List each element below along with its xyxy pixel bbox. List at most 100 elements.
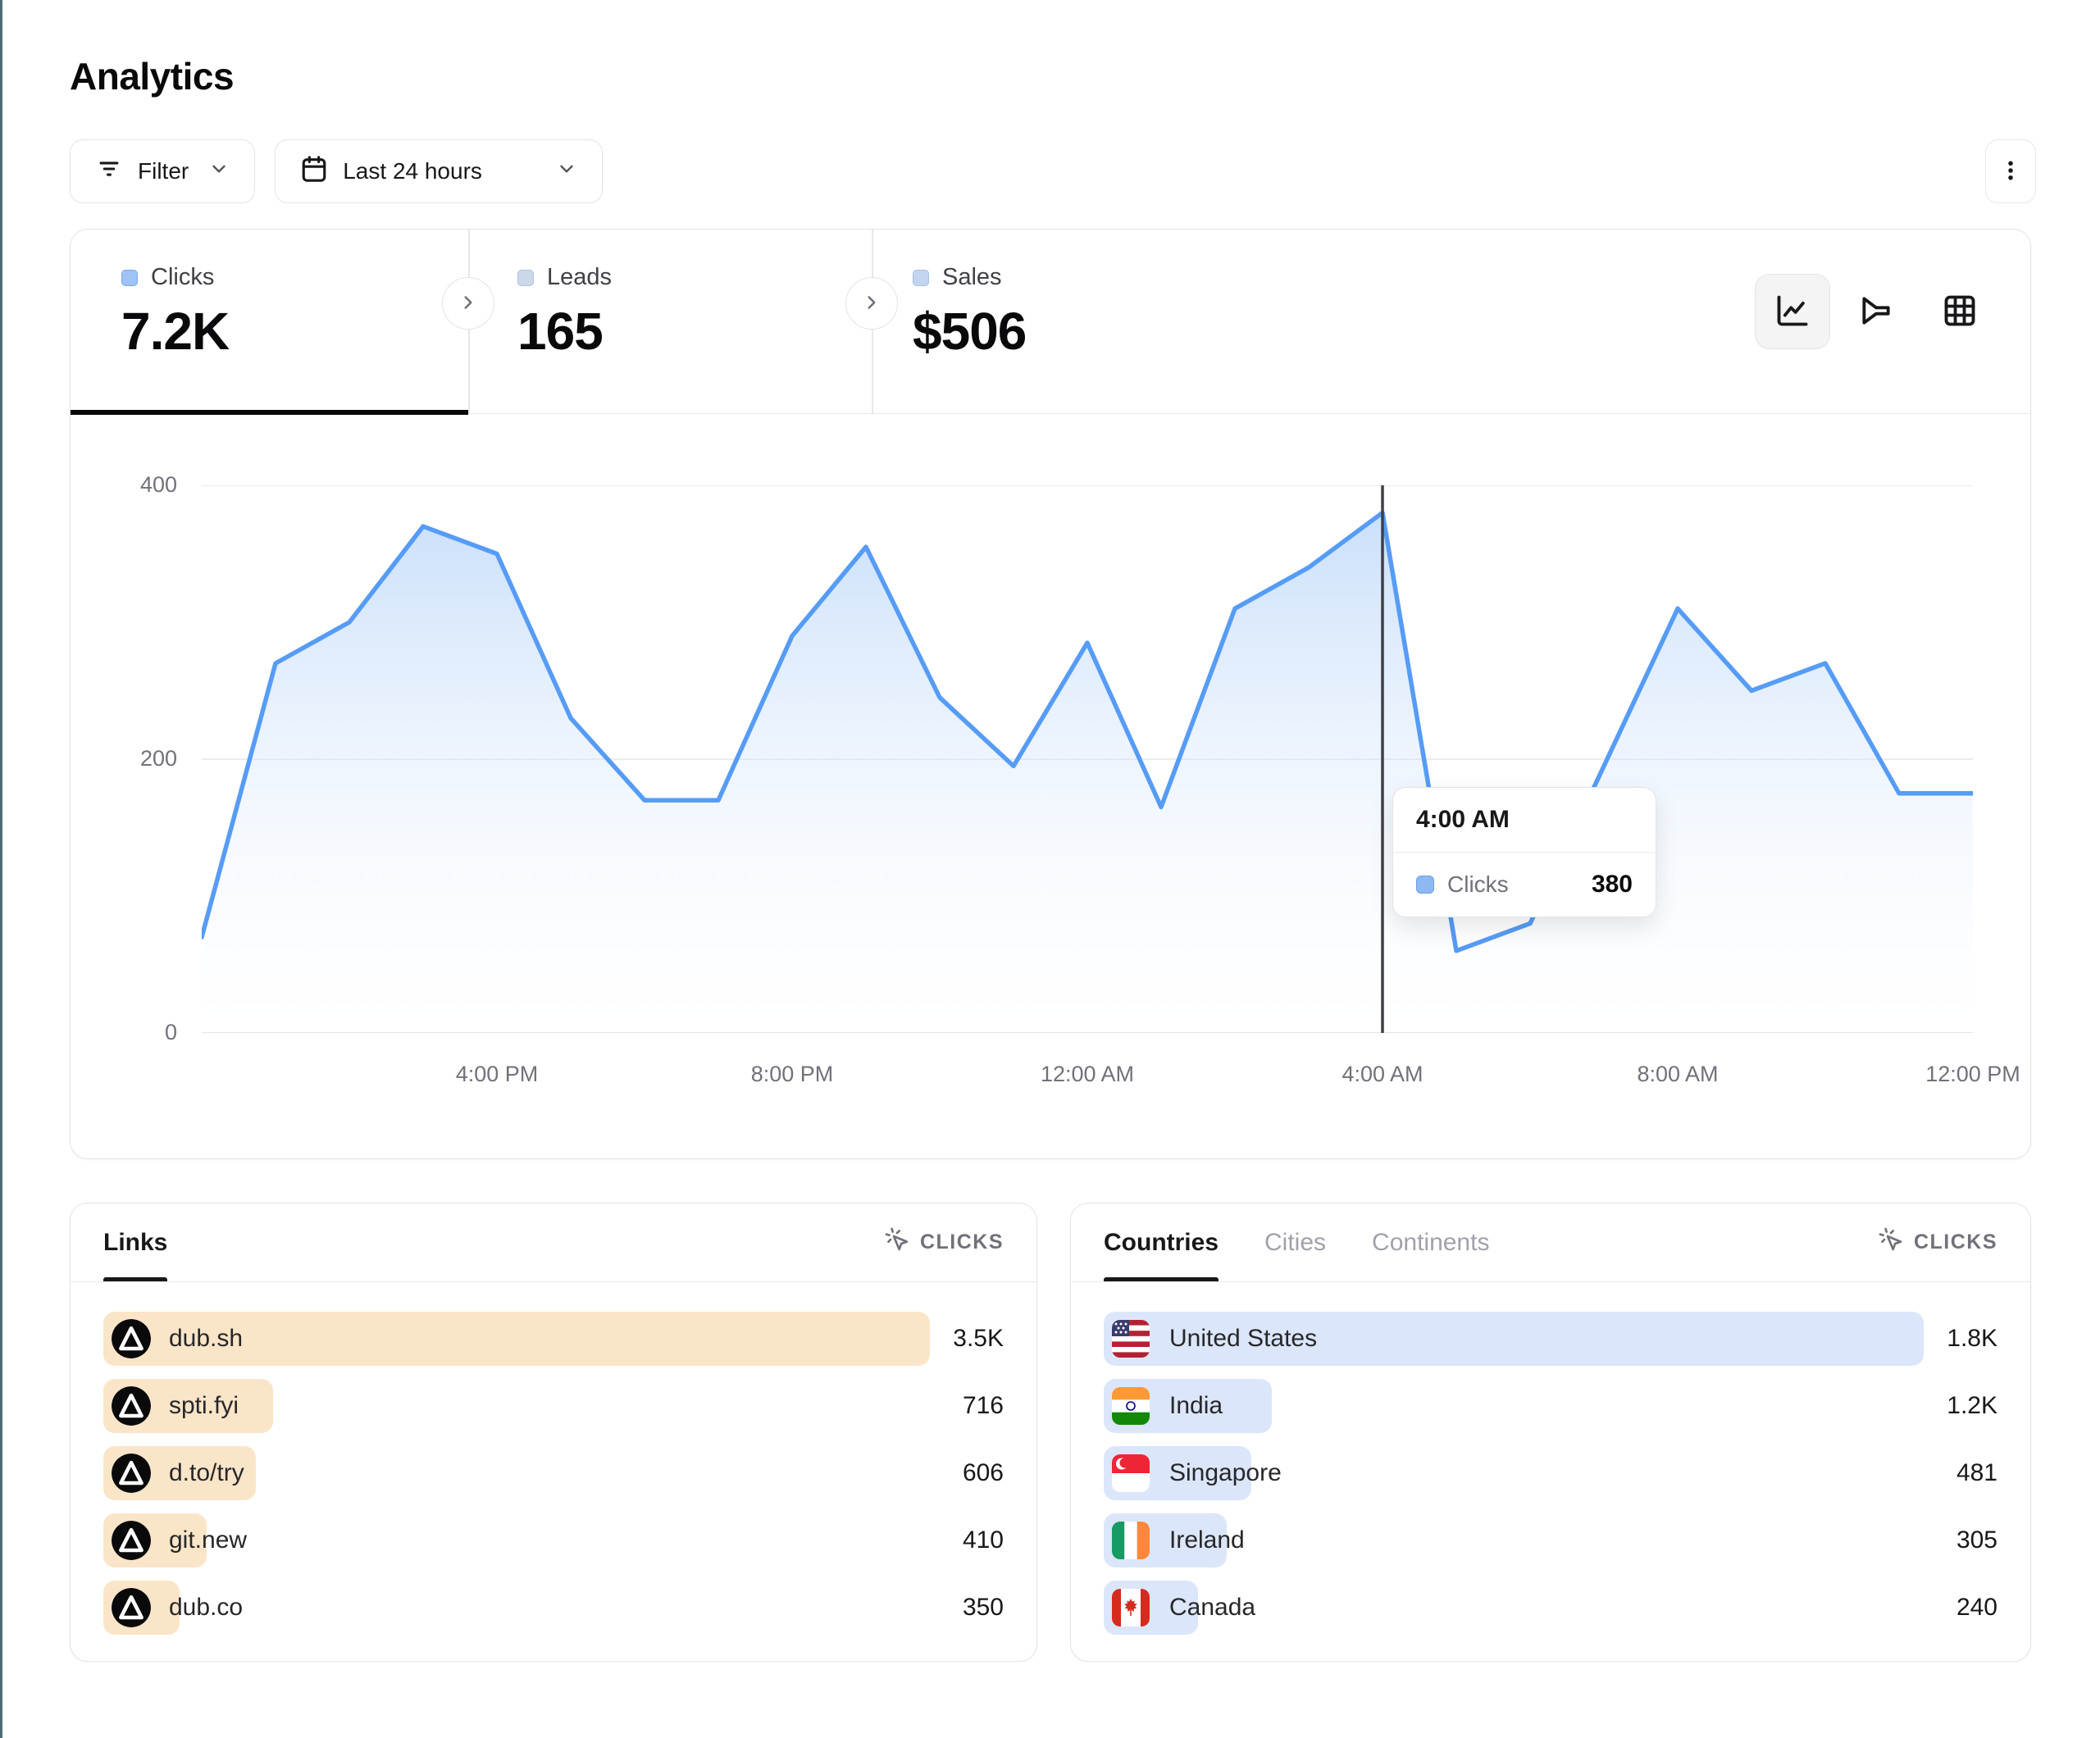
toolbar: Filter Last 24 hours: [70, 139, 2036, 203]
y-axis-label: 400: [87, 472, 177, 498]
calendar-icon: [300, 155, 328, 189]
analytics-page: Analytics Filter Last 24 hours: [0, 0, 2100, 1662]
x-axis-label: 12:00 PM: [1925, 1062, 2020, 1087]
links-metric-selector[interactable]: CLICKS: [884, 1226, 1004, 1258]
tab-cities[interactable]: Cities: [1264, 1203, 1326, 1281]
x-axis-label: 12:00 AM: [1041, 1062, 1134, 1087]
link-row[interactable]: spti.fyi716: [103, 1379, 1004, 1433]
table-grid-icon: [1942, 293, 1978, 331]
canada-flag-icon: [1112, 1589, 1150, 1627]
row-label: Singapore: [1169, 1459, 1282, 1487]
ca-flag-icon: [1112, 1589, 1150, 1627]
line-chart-icon: [1774, 293, 1811, 331]
dub-logo-icon: [112, 1319, 151, 1358]
countries-list: United States1.8K India 1.2K Singapore481 Ir…: [1071, 1282, 2030, 1635]
funnel-view-button[interactable]: [1838, 274, 1914, 349]
row-label: dub.sh: [169, 1325, 243, 1353]
leads-value: 165: [517, 301, 872, 362]
row-label: git.new: [169, 1526, 247, 1554]
row-value: 240: [1957, 1594, 1998, 1622]
y-axis-label: 0: [87, 1020, 177, 1045]
y-axis-label: 200: [87, 746, 177, 771]
links-list: dub.sh 3.5K spti.fyi716 d.to/try 606 git.new 4…: [71, 1282, 1036, 1635]
x-axis-label: 4:00 PM: [456, 1062, 539, 1087]
dub-logo-icon: [112, 1454, 151, 1493]
countries-tab-label: Countries: [1104, 1229, 1219, 1257]
chevron-down-icon: [208, 158, 230, 185]
clicks-legend-square: [1416, 876, 1434, 894]
country-row[interactable]: Singapore481: [1104, 1446, 1998, 1500]
dub-logo-icon: [112, 1588, 151, 1627]
country-row[interactable]: Ireland305: [1104, 1513, 1998, 1567]
expand-sales-button[interactable]: [845, 277, 898, 330]
country-row[interactable]: India 1.2K: [1104, 1379, 1998, 1433]
dub-logo-icon: [112, 1386, 151, 1426]
continents-tab-label: Continents: [1372, 1229, 1489, 1257]
more-options-button[interactable]: [1985, 139, 2036, 203]
ireland-flag-icon: [1112, 1522, 1150, 1559]
in-flag-icon: [1112, 1387, 1150, 1425]
bottom-panels: Links CLICKS dub.sh 3.5K spti.fyi716 d.to/t…: [70, 1203, 2036, 1662]
dub-logo-icon: [112, 1588, 151, 1627]
tab-leads[interactable]: Leads 165: [468, 230, 872, 413]
tab-links[interactable]: Links: [103, 1203, 167, 1281]
link-row[interactable]: dub.co350: [103, 1581, 1004, 1635]
row-label: United States: [1169, 1325, 1317, 1353]
cursor-click-icon: [884, 1226, 910, 1258]
tooltip-series-label: Clicks: [1447, 871, 1509, 898]
singapore-flag-icon: [1112, 1454, 1150, 1492]
country-row[interactable]: Canada 240: [1104, 1581, 1998, 1635]
tooltip-time: 4:00 AM: [1393, 788, 1656, 853]
row-label: d.to/try: [169, 1459, 244, 1487]
countries-card: Countries Cities Continents CLICKS U: [1070, 1203, 2031, 1662]
link-row[interactable]: git.new 410: [103, 1513, 1004, 1567]
table-view-button[interactable]: [1922, 274, 1998, 349]
sales-legend-square: [913, 270, 929, 286]
clicks-tab-label: Clicks: [151, 264, 214, 291]
chart-tooltip: 4:00 AM Clicks 380: [1392, 787, 1656, 917]
x-axis-label: 8:00 PM: [751, 1062, 834, 1087]
date-range-button[interactable]: Last 24 hours: [275, 139, 603, 203]
countries-metric-label: CLICKS: [1914, 1231, 1998, 1254]
chart-canvas[interactable]: [202, 485, 1973, 1033]
clicks-area-chart[interactable]: 0200400 4:00 PM8:00 PM12:00 AM4:00 AM8:0…: [71, 414, 2030, 1158]
link-row[interactable]: dub.sh 3.5K: [103, 1312, 1004, 1366]
india-flag-icon: [1112, 1387, 1150, 1425]
clicks-value: 7.2K: [121, 301, 468, 362]
tab-continents[interactable]: Continents: [1372, 1203, 1489, 1281]
clicks-legend-square: [121, 270, 138, 286]
date-range-label: Last 24 hours: [343, 158, 482, 184]
line-chart-view-button[interactable]: [1755, 274, 1830, 349]
links-card-header: Links CLICKS: [71, 1203, 1036, 1282]
filter-icon: [95, 155, 123, 189]
row-label: India: [1169, 1392, 1223, 1420]
sg-flag-icon: [1112, 1454, 1150, 1492]
cities-tab-label: Cities: [1264, 1229, 1326, 1257]
tab-countries[interactable]: Countries: [1104, 1203, 1219, 1281]
tab-clicks[interactable]: Clicks 7.2K: [71, 230, 468, 413]
row-value: 410: [963, 1526, 1004, 1554]
filter-button-label: Filter: [138, 158, 189, 184]
page-title: Analytics: [70, 54, 2036, 98]
link-row[interactable]: d.to/try 606: [103, 1446, 1004, 1500]
country-row[interactable]: United States1.8K: [1104, 1312, 1998, 1366]
countries-metric-selector[interactable]: CLICKS: [1878, 1226, 1998, 1258]
kebab-icon: [1998, 158, 2023, 185]
row-value: 3.5K: [953, 1325, 1004, 1353]
area-fill: [202, 512, 1973, 1033]
expand-leads-button[interactable]: [442, 277, 494, 330]
row-label: Canada: [1169, 1594, 1255, 1622]
funnel-icon: [1858, 293, 1894, 331]
filter-button[interactable]: Filter: [70, 139, 255, 203]
chevron-down-icon: [556, 158, 577, 185]
row-value: 305: [1957, 1526, 1998, 1554]
row-label: spti.fyi: [169, 1392, 239, 1420]
row-value: 606: [963, 1459, 1004, 1487]
sales-tab-label: Sales: [942, 264, 1002, 291]
row-value: 1.2K: [1947, 1392, 1998, 1420]
x-axis-label: 4:00 AM: [1342, 1062, 1423, 1087]
leads-legend-square: [517, 270, 534, 286]
window-edge: [0, 0, 2, 1738]
stats-tabs-row: Clicks 7.2K Leads 165 Sales $506: [71, 230, 2030, 414]
dub-logo-icon: [112, 1521, 151, 1560]
